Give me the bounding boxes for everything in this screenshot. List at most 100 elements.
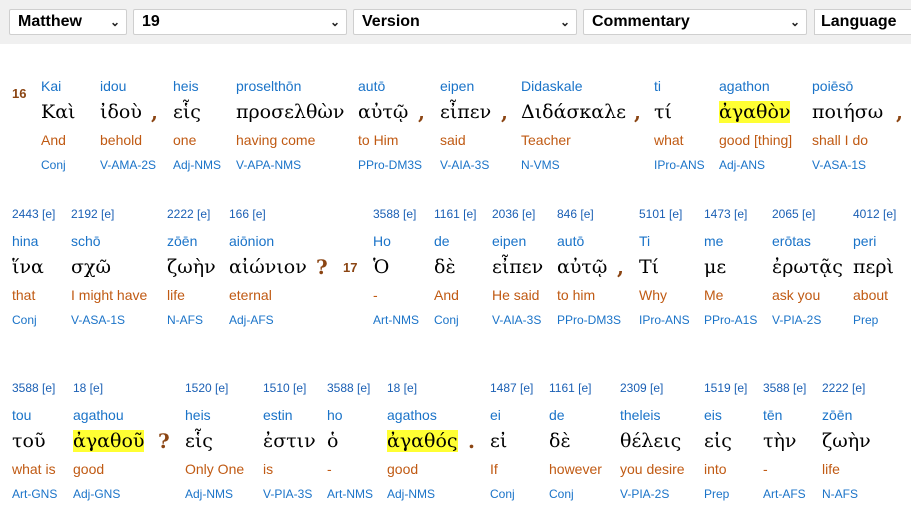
parsing-code-link[interactable]: Prep — [853, 313, 878, 327]
strongs-number-link[interactable]: 166 [e] — [229, 207, 266, 221]
strongs-number-link[interactable]: 3588 [e] — [327, 381, 370, 395]
greek-word[interactable]: ἀγαθὸν — [719, 101, 791, 123]
transliteration[interactable]: agathou — [73, 407, 124, 423]
transliteration[interactable]: autō — [358, 78, 385, 94]
strongs-number-link[interactable]: 4012 [e] — [853, 207, 896, 221]
parsing-code-link[interactable]: Art-NMS — [327, 487, 373, 501]
transliteration[interactable]: ho — [327, 407, 343, 423]
transliteration[interactable]: erōtas — [772, 233, 811, 249]
greek-word[interactable]: Καὶ — [41, 101, 75, 123]
parsing-code-link[interactable]: V-APA-NMS — [236, 158, 301, 172]
commentary-select[interactable]: Commentary ⌄ — [583, 9, 807, 35]
strongs-number-link[interactable]: 3588 [e] — [12, 381, 55, 395]
greek-word[interactable]: τί — [654, 101, 672, 123]
greek-word[interactable]: σχῶ — [71, 256, 111, 278]
parsing-code-link[interactable]: Adj-NMS — [185, 487, 233, 501]
transliteration[interactable]: theleis — [620, 407, 660, 423]
greek-word[interactable]: προσελθὼν — [236, 101, 344, 123]
strongs-number-link[interactable]: 1520 [e] — [185, 381, 228, 395]
greek-word[interactable]: ὁ — [327, 430, 338, 452]
greek-word[interactable]: δὲ — [434, 256, 456, 278]
parsing-code-link[interactable]: Conj — [41, 158, 66, 172]
transliteration[interactable]: schō — [71, 233, 101, 249]
greek-word[interactable]: αὐτῷ — [557, 256, 607, 278]
parsing-code-link[interactable]: Art-NMS — [373, 313, 419, 327]
strongs-number-link[interactable]: 1487 [e] — [490, 381, 533, 395]
greek-word[interactable]: Ὁ — [373, 256, 389, 278]
strongs-number-link[interactable]: 3588 [e] — [373, 207, 416, 221]
transliteration[interactable]: agathon — [719, 78, 770, 94]
transliteration[interactable]: eipen — [440, 78, 474, 94]
greek-word[interactable]: Διδάσκαλε — [521, 101, 626, 123]
parsing-code-link[interactable]: Art-AFS — [763, 487, 806, 501]
parsing-code-link[interactable]: V-ASA-1S — [71, 313, 125, 327]
greek-word[interactable]: εἷς — [173, 101, 201, 123]
greek-word[interactable]: αὐτῷ — [358, 101, 408, 123]
transliteration[interactable]: ti — [654, 78, 661, 94]
transliteration[interactable]: proselthōn — [236, 78, 301, 94]
transliteration[interactable]: poiēsō — [812, 78, 853, 94]
parsing-code-link[interactable]: IPro-ANS — [639, 313, 690, 327]
strongs-number-link[interactable]: 1161 [e] — [549, 381, 591, 395]
parsing-code-link[interactable]: N-AFS — [822, 487, 858, 501]
parsing-code-link[interactable]: Adj-ANS — [719, 158, 765, 172]
parsing-code-link[interactable]: PPro-DM3S — [358, 158, 422, 172]
parsing-code-link[interactable]: V-PIA-2S — [772, 313, 821, 327]
parsing-code-link[interactable]: V-PIA-3S — [263, 487, 312, 501]
transliteration[interactable]: heis — [173, 78, 199, 94]
strongs-number-link[interactable]: 1519 [e] — [704, 381, 747, 395]
strongs-number-link[interactable]: 2036 [e] — [492, 207, 535, 221]
strongs-number-link[interactable]: 2192 [e] — [71, 207, 114, 221]
greek-word[interactable]: θέλεις — [620, 430, 681, 452]
parsing-code-link[interactable]: Adj-NMS — [173, 158, 221, 172]
transliteration[interactable]: peri — [853, 233, 876, 249]
transliteration[interactable]: agathos — [387, 407, 437, 423]
strongs-number-link[interactable]: 18 [e] — [73, 381, 103, 395]
transliteration[interactable]: Ho — [373, 233, 391, 249]
version-select[interactable]: Version ⌄ — [353, 9, 577, 35]
greek-word[interactable]: ἰδοὺ — [100, 101, 142, 123]
strongs-number-link[interactable]: 2065 [e] — [772, 207, 815, 221]
transliteration[interactable]: ei — [490, 407, 501, 423]
parsing-code-link[interactable]: V-AIA-3S — [440, 158, 489, 172]
parsing-code-link[interactable]: Conj — [490, 487, 515, 501]
book-select[interactable]: Matthew ⌄ — [9, 9, 127, 35]
strongs-number-link[interactable]: 18 [e] — [387, 381, 417, 395]
greek-word[interactable]: ἵνα — [12, 256, 44, 278]
greek-word[interactable]: αἰώνιον — [229, 256, 307, 278]
greek-word[interactable]: εἷς — [185, 430, 213, 452]
greek-word[interactable]: ἐρωτᾷς — [772, 256, 843, 278]
parsing-code-link[interactable]: Art-GNS — [12, 487, 57, 501]
strongs-number-link[interactable]: 5101 [e] — [639, 207, 682, 221]
transliteration[interactable]: zōēn — [167, 233, 197, 249]
parsing-code-link[interactable]: N-VMS — [521, 158, 560, 172]
greek-word[interactable]: ἀγαθοῦ — [73, 430, 145, 452]
verse-number[interactable]: 17 — [343, 260, 357, 275]
strongs-number-link[interactable]: 2222 [e] — [822, 381, 865, 395]
parsing-code-link[interactable]: PPro-DM3S — [557, 313, 621, 327]
strongs-number-link[interactable]: 1473 [e] — [704, 207, 747, 221]
transliteration[interactable]: Didaskale — [521, 78, 582, 94]
transliteration[interactable]: eis — [704, 407, 722, 423]
strongs-number-link[interactable]: 2222 [e] — [167, 207, 210, 221]
greek-word[interactable]: εἰ — [490, 430, 507, 452]
transliteration[interactable]: Ti — [639, 233, 650, 249]
parsing-code-link[interactable]: Adj-NMS — [387, 487, 435, 501]
transliteration[interactable]: de — [549, 407, 565, 423]
transliteration[interactable]: Kai — [41, 78, 61, 94]
greek-word[interactable]: περὶ — [853, 256, 894, 278]
parsing-code-link[interactable]: Conj — [549, 487, 574, 501]
parsing-code-link[interactable]: Prep — [704, 487, 729, 501]
parsing-code-link[interactable]: V-AIA-3S — [492, 313, 541, 327]
parsing-code-link[interactable]: N-AFS — [167, 313, 203, 327]
transliteration[interactable]: idou — [100, 78, 126, 94]
transliteration[interactable]: heis — [185, 407, 211, 423]
parsing-code-link[interactable]: V-ASA-1S — [812, 158, 866, 172]
greek-word[interactable]: με — [704, 256, 726, 278]
transliteration[interactable]: tou — [12, 407, 31, 423]
transliteration[interactable]: eipen — [492, 233, 526, 249]
greek-word[interactable]: ζωὴν — [822, 430, 871, 452]
greek-word[interactable]: Τί — [639, 256, 659, 278]
transliteration[interactable]: autō — [557, 233, 584, 249]
strongs-number-link[interactable]: 2443 [e] — [12, 207, 55, 221]
